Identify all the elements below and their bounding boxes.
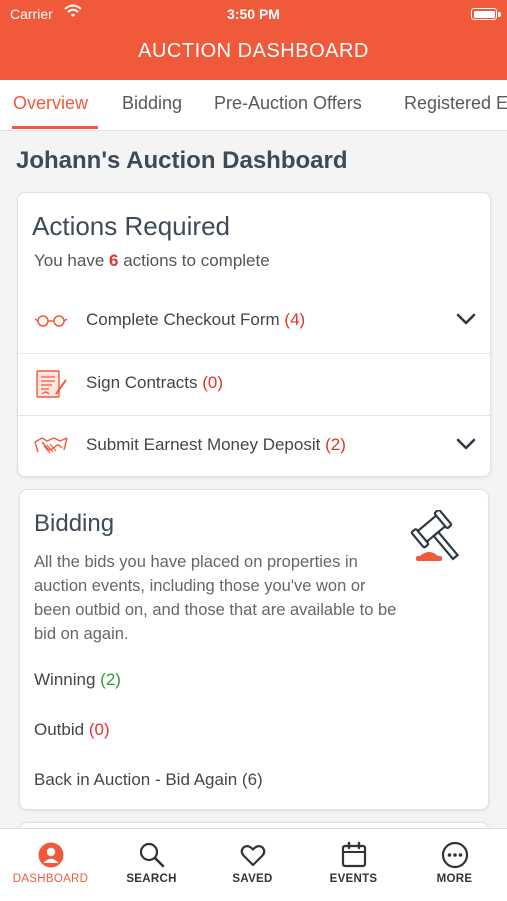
gavel-icon — [410, 510, 460, 561]
page-header-title: AUCTION DASHBOARD — [138, 40, 369, 62]
handshake-icon — [34, 437, 68, 454]
nav-dashboard[interactable]: DASHBOARD — [0, 829, 101, 901]
status-time: 3:50 PM — [227, 6, 280, 22]
active-tab-indicator — [12, 126, 98, 129]
action-count: (2) — [325, 435, 346, 454]
action-count: (4) — [284, 310, 306, 329]
more-icon — [441, 841, 469, 869]
heart-icon — [240, 845, 266, 867]
actions-required-card: Actions Required You have 6 actions to c… — [17, 192, 491, 477]
bidding-back-in-auction[interactable]: Back in Auction - Bid Again (6) — [34, 770, 263, 790]
battery-icon — [471, 8, 501, 20]
action-label-text: Sign Contracts — [86, 373, 198, 392]
nav-label: SEARCH — [126, 873, 177, 885]
actions-title: Actions Required — [32, 211, 230, 241]
action-row-checkout-form[interactable]: Complete Checkout Form (4) — [18, 291, 490, 351]
tab-overview[interactable]: Overview — [13, 93, 88, 114]
action-count: (0) — [202, 373, 224, 392]
action-label: Submit Earnest Money Deposit (2) — [86, 435, 346, 455]
page-title: Johann's Auction Dashboard — [16, 147, 348, 174]
status-bar: Carrier 3:50 PM — [0, 4, 507, 24]
app-header: Carrier 3:50 PM AUCTION DASHBOARD — [0, 0, 507, 80]
bidding-line-label: Winning — [34, 670, 96, 689]
nav-label: DASHBOARD — [12, 873, 89, 885]
tab-bar: Overview Bidding Pre-Auction Offers Regi… — [0, 80, 507, 131]
glasses-icon — [34, 315, 68, 327]
nav-events[interactable]: EVENTS — [303, 829, 404, 901]
actions-count: 6 — [109, 251, 119, 270]
action-label: Sign Contracts (0) — [86, 373, 223, 393]
bidding-line-label: Outbid — [34, 720, 85, 739]
calendar-icon — [341, 841, 367, 868]
contract-icon — [36, 370, 67, 398]
tab-pre-auction-offers[interactable]: Pre-Auction Offers — [214, 93, 362, 114]
tab-bidding[interactable]: Bidding — [122, 93, 182, 114]
bidding-winning[interactable]: Winning (2) — [34, 670, 121, 690]
chevron-down-icon[interactable] — [456, 436, 476, 452]
bottom-nav: DASHBOARD SEARCH SAVED EVENTS MORE — [0, 828, 507, 901]
actions-summary-suffix: actions to complete — [123, 251, 270, 270]
nav-label: SAVED — [232, 873, 273, 885]
nav-label: EVENTS — [329, 873, 378, 885]
action-label: Complete Checkout Form (4) — [86, 310, 305, 330]
actions-summary: You have 6 actions to complete — [34, 251, 270, 271]
bidding-line-count: (2) — [100, 670, 121, 689]
bidding-line-count: (6) — [241, 770, 263, 789]
action-label-text: Complete Checkout Form — [86, 310, 280, 329]
action-row-earnest-money[interactable]: Submit Earnest Money Deposit (2) — [18, 415, 490, 476]
bidding-title: Bidding — [34, 510, 115, 537]
bidding-outbid[interactable]: Outbid (0) — [34, 720, 110, 740]
action-label-text: Submit Earnest Money Deposit — [86, 435, 321, 454]
chevron-down-icon[interactable] — [456, 311, 476, 327]
nav-saved[interactable]: SAVED — [202, 829, 303, 901]
bidding-description: All the bids you have placed on properti… — [34, 553, 397, 643]
bidding-card[interactable]: Bidding All the bids you have placed on … — [19, 489, 489, 810]
nav-search[interactable]: SEARCH — [101, 829, 202, 901]
action-row-sign-contracts[interactable]: Sign Contracts (0) — [18, 353, 490, 414]
search-icon — [139, 842, 165, 868]
tab-registered-events[interactable]: Registered Events — [404, 93, 507, 114]
person-icon — [38, 842, 64, 868]
actions-summary-prefix: You have — [34, 251, 105, 270]
nav-label: MORE — [436, 873, 473, 885]
bidding-line-count: (0) — [88, 720, 110, 739]
nav-more[interactable]: MORE — [404, 829, 505, 901]
bidding-line-label: Back in Auction - Bid Again — [34, 770, 238, 789]
